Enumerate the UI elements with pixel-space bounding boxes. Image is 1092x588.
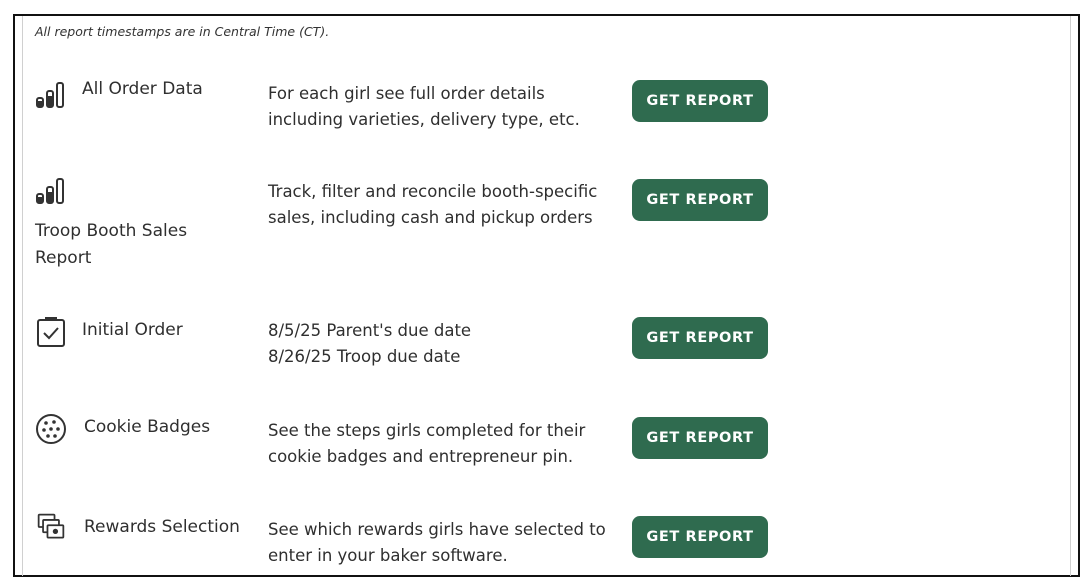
report-description: 8/5/25 Parent's due date 8/26/25 Troop d… [268,318,618,370]
report-description: See which rewards girls have selected to… [268,517,618,569]
report-description-line: including varieties, delivery type, etc. [268,110,580,129]
left-divider [22,16,23,576]
bar-chart-icon [34,175,68,209]
report-title-line: Troop Booth Sales [35,221,188,241]
bar-chart-icon [34,79,68,113]
report-description-line: 8/5/25 Parent's due date [268,321,472,340]
report-description-line: See the steps girls completed for their [268,421,586,440]
right-divider [1070,16,1071,576]
report-description-line: 8/26/25 Troop due date [268,347,461,366]
get-report-button[interactable]: GET REPORT [632,516,768,558]
report-description: Track, filter and reconcile booth-specif… [268,179,618,231]
report-title-line: Report [35,248,92,268]
get-report-button[interactable]: GET REPORT [632,417,768,459]
report-description-line: cookie badges and entrepreneur pin. [268,447,574,466]
timezone-note: All report timestamps are in Central Tim… [35,24,330,39]
get-report-button[interactable]: GET REPORT [632,317,768,359]
report-description-line: enter in your baker software. [268,546,508,565]
report-title: Initial Order [82,320,183,340]
report-title: Rewards Selection [84,517,240,537]
report-description-line: sales, including cash and pickup orders [268,208,593,227]
get-report-button[interactable]: GET REPORT [632,80,768,122]
report-title: Cookie Badges [84,417,211,437]
clipboard-check-icon [34,314,68,348]
report-title: Troop Booth Sales Report [35,218,187,272]
cookie-icon [34,412,68,446]
get-report-button[interactable]: GET REPORT [632,179,768,221]
report-description-line: Track, filter and reconcile booth-specif… [268,182,598,201]
report-title: All Order Data [82,79,203,99]
report-description-line: For each girl see full order details [268,84,545,103]
rewards-stack-icon [36,512,66,542]
report-description: For each girl see full order details inc… [268,81,618,133]
report-description: See the steps girls completed for their … [268,418,618,470]
report-description-line: See which rewards girls have selected to [268,520,606,539]
